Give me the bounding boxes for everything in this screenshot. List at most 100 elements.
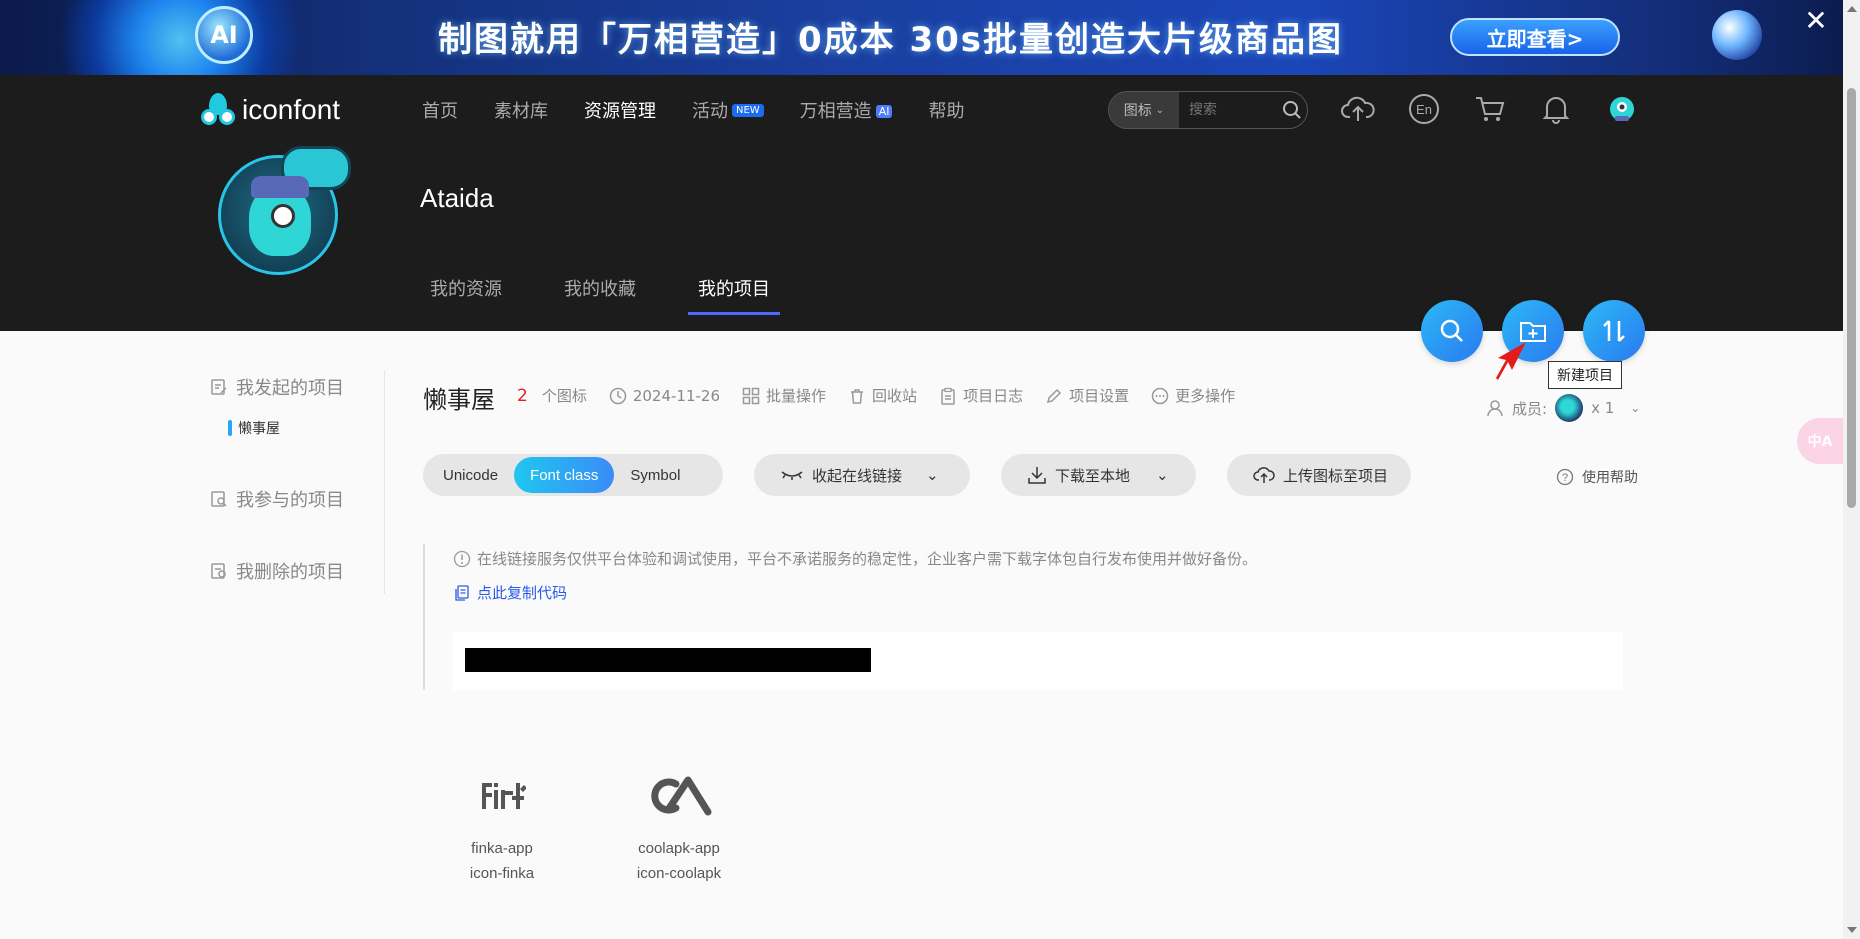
nav-help[interactable]: 帮助 bbox=[928, 97, 964, 123]
bell-icon[interactable] bbox=[1538, 91, 1574, 127]
banner-headline: 制图就用「万相营造」0成本 30s批量创造大片级商品图 bbox=[438, 20, 1344, 60]
batch-operation-label: 批量操作 bbox=[766, 387, 827, 405]
new-project-tooltip: 新建项目 bbox=[1548, 361, 1622, 389]
search-type-select[interactable]: 图标 ⌄ bbox=[1109, 92, 1179, 128]
icon-count-label: 个图标 bbox=[541, 387, 587, 405]
banner-cta-button[interactable]: 立即查看> bbox=[1450, 18, 1620, 56]
tab-my-resources[interactable]: 我的资源 bbox=[420, 275, 512, 315]
project-sidebar: 我发起的项目 懒事屋 我参与的项目 我删除的项目 bbox=[210, 370, 385, 594]
profile-tabs: 我的资源 我的收藏 我的项目 bbox=[420, 275, 780, 315]
eye-closed-icon bbox=[781, 471, 803, 480]
profile-username: Ataida bbox=[420, 183, 494, 213]
chevron-down-icon: ⌄ bbox=[1156, 466, 1169, 484]
online-link-code-box[interactable] bbox=[453, 632, 1623, 690]
project-settings-button[interactable]: 项目设置 bbox=[1045, 385, 1129, 406]
upload-cloud-icon[interactable] bbox=[1340, 91, 1376, 127]
tab-my-projects[interactable]: 我的项目 bbox=[688, 275, 780, 315]
project-log-button[interactable]: 项目日志 bbox=[939, 385, 1023, 406]
nav-wanxiang[interactable]: 万相营造 AI bbox=[800, 97, 893, 123]
user-avatar-icon[interactable] bbox=[1604, 91, 1640, 127]
scroll-down-icon[interactable] bbox=[1847, 927, 1857, 933]
copy-code-link[interactable]: 点此复制代码 bbox=[453, 582, 567, 603]
grid-icon bbox=[742, 387, 760, 404]
banner-orb-graphic bbox=[1712, 10, 1762, 60]
header-icons: En bbox=[1340, 91, 1640, 127]
project-meta: 2 个图标 2024-11-26 批量操作 回收站 项目日志 项目设置 更多操作 bbox=[517, 385, 1235, 406]
language-en-icon[interactable]: En bbox=[1406, 91, 1442, 127]
format-unicode[interactable]: Unicode bbox=[427, 457, 514, 493]
icon-card-finka[interactable]: finka-app icon-finka bbox=[427, 766, 577, 882]
sidebar-project-label: 懒事屋 bbox=[238, 421, 280, 437]
search-input[interactable] bbox=[1179, 102, 1277, 118]
scroll-up-icon[interactable] bbox=[1847, 6, 1857, 12]
search-project-fab[interactable] bbox=[1421, 300, 1483, 362]
recycle-bin-label: 回收站 bbox=[872, 387, 918, 405]
finka-icon bbox=[427, 766, 577, 826]
members-count: x 1 bbox=[1591, 399, 1615, 417]
sidebar-item-joined[interactable]: 我参与的项目 bbox=[210, 482, 384, 516]
sidebar-project-item[interactable]: 懒事屋 bbox=[228, 418, 384, 438]
format-symbol[interactable]: Symbol bbox=[614, 457, 696, 493]
nav-home[interactable]: 首页 bbox=[422, 97, 458, 123]
project-title: 懒事屋 bbox=[423, 386, 495, 414]
clock-icon bbox=[609, 387, 627, 404]
edit-doc-icon bbox=[211, 379, 227, 395]
nav-resource-management[interactable]: 资源管理 bbox=[584, 97, 656, 123]
batch-operation-button[interactable]: 批量操作 bbox=[742, 385, 826, 406]
recycle-bin-button[interactable]: 回收站 bbox=[848, 385, 917, 406]
sidebar-item-label: 我参与的项目 bbox=[236, 490, 344, 511]
active-indicator bbox=[228, 420, 232, 436]
ai-badge: AI bbox=[875, 105, 893, 118]
trash-icon bbox=[851, 388, 864, 404]
upload-icons-button[interactable]: 上传图标至项目 bbox=[1227, 454, 1411, 496]
project-members[interactable]: 成员: x 1 ⌄ bbox=[1486, 394, 1640, 422]
sidebar-item-initiated[interactable]: 我发起的项目 bbox=[210, 370, 384, 404]
project-log-label: 项目日志 bbox=[963, 387, 1024, 405]
sidebar-item-label: 我发起的项目 bbox=[236, 378, 344, 399]
search-icon[interactable] bbox=[1277, 100, 1307, 120]
nav-activities-label: 活动 bbox=[692, 101, 728, 122]
profile-avatar bbox=[218, 146, 351, 275]
upload-icons-label: 上传图标至项目 bbox=[1283, 466, 1389, 485]
sidebar-item-label: 我删除的项目 bbox=[236, 562, 344, 583]
format-switch: Unicode Font class Symbol bbox=[423, 454, 723, 496]
format-font-class[interactable]: Font class bbox=[514, 457, 615, 493]
icon-card-coolapk[interactable]: coolapk-app icon-coolapk bbox=[604, 766, 754, 882]
service-warning: 在线链接服务仅供平台体验和调试使用，平台不承诺服务的稳定性，企业客户需下载字体包… bbox=[453, 548, 1257, 569]
site-logo[interactable]: iconfont bbox=[200, 93, 340, 127]
pencil-icon bbox=[1047, 388, 1062, 403]
sort-icon bbox=[1603, 320, 1625, 342]
translate-button[interactable]: 中A bbox=[1797, 418, 1843, 464]
tab-my-favorites[interactable]: 我的收藏 bbox=[554, 275, 646, 315]
download-local-label: 下载至本地 bbox=[1055, 466, 1131, 485]
nav-wanxiang-label: 万相营造 bbox=[799, 101, 872, 122]
sort-project-fab[interactable] bbox=[1583, 300, 1645, 362]
page-scrollbar[interactable] bbox=[1843, 0, 1860, 939]
project-date: 2024-11-26 bbox=[609, 387, 720, 405]
sidebar-item-deleted[interactable]: 我删除的项目 bbox=[210, 554, 384, 588]
ai-badge-icon: AI bbox=[195, 6, 253, 64]
cart-icon[interactable] bbox=[1472, 91, 1508, 127]
download-icon bbox=[1028, 467, 1046, 484]
banner-close-icon[interactable]: ✕ bbox=[1800, 4, 1832, 37]
collapse-online-link-button[interactable]: 收起在线链接 ⌄ bbox=[754, 454, 970, 496]
coolapk-icon bbox=[604, 766, 754, 826]
search-doc-icon bbox=[211, 491, 227, 507]
nav-materials[interactable]: 素材库 bbox=[494, 97, 548, 123]
scroll-thumb[interactable] bbox=[1847, 88, 1856, 508]
nav-activities[interactable]: 活动 NEW bbox=[692, 97, 764, 123]
icon-count: 2 个图标 bbox=[517, 385, 587, 406]
download-local-button[interactable]: 下载至本地 ⌄ bbox=[1001, 454, 1196, 496]
more-actions-button[interactable]: 更多操作 bbox=[1151, 385, 1235, 406]
chevron-down-icon: ⌄ bbox=[1630, 401, 1641, 415]
online-link-panel: 在线链接服务仅供平台体验和调试使用，平台不承诺服务的稳定性，企业客户需下载字体包… bbox=[423, 544, 1623, 690]
member-avatar bbox=[1555, 394, 1584, 422]
promo-banner[interactable]: AI 制图就用「万相营造」0成本 30s批量创造大片级商品图 立即查看> ✕ bbox=[0, 0, 1860, 75]
project-date-text: 2024-11-26 bbox=[632, 386, 721, 405]
usage-help-link[interactable]: ? 使用帮助 bbox=[1556, 467, 1638, 487]
clipboard-icon bbox=[941, 387, 955, 405]
copy-code-text: 点此复制代码 bbox=[477, 584, 568, 602]
usage-help-label: 使用帮助 bbox=[1582, 470, 1638, 486]
search-type-label: 图标 bbox=[1123, 103, 1152, 119]
chevron-down-icon: ⌄ bbox=[1155, 104, 1165, 116]
